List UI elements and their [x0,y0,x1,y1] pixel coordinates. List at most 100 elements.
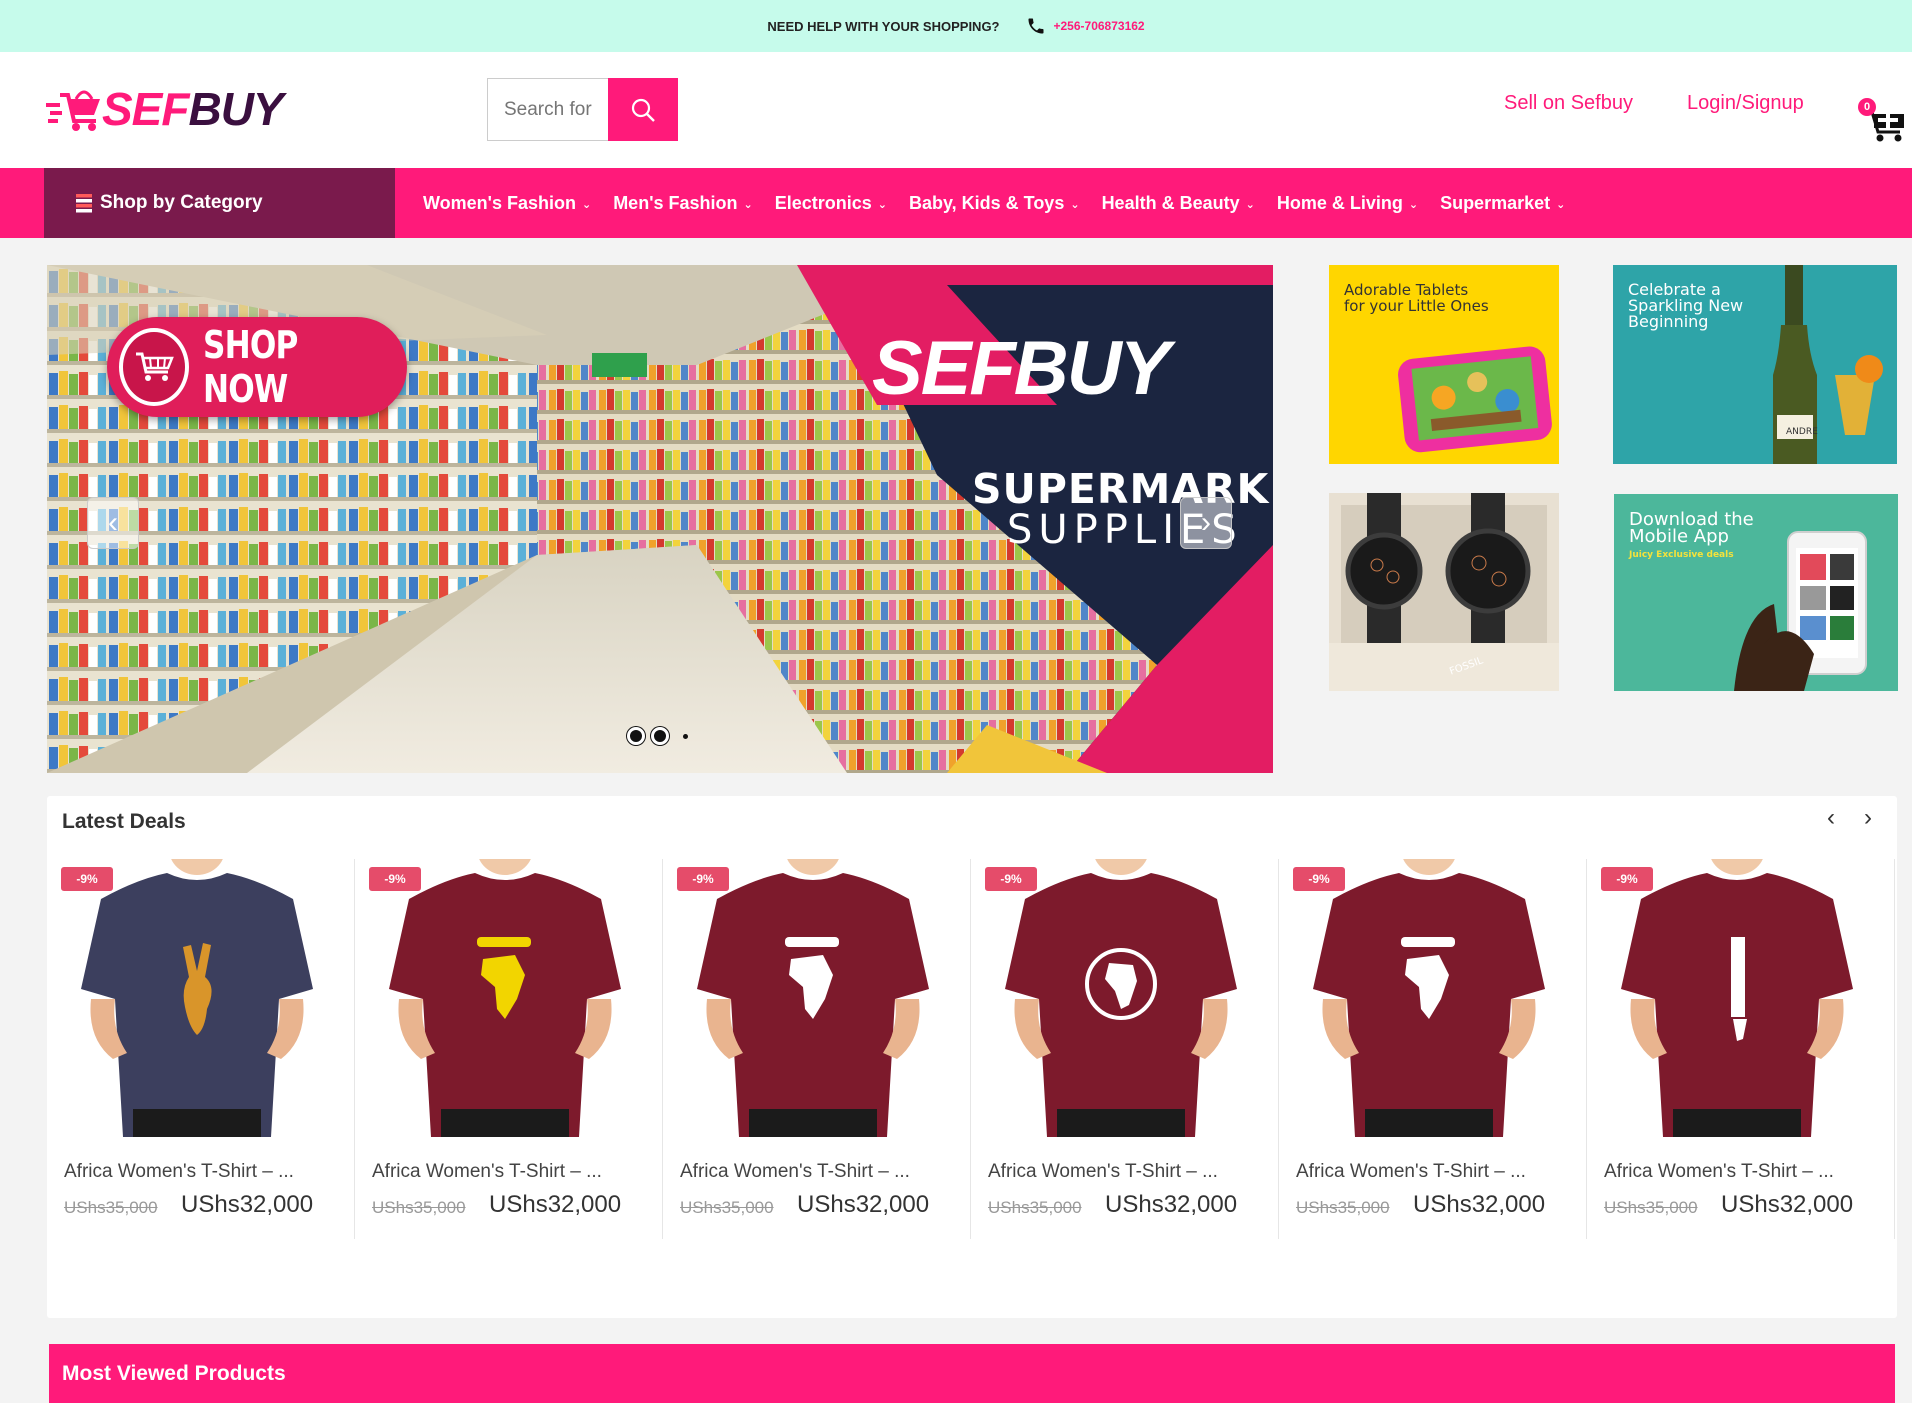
slider-dots [627,727,688,745]
product-image[interactable] [981,859,1261,1137]
logo-cart-icon [46,90,100,131]
product-old-price: UShs35,000 [988,1198,1082,1217]
product-old-price: UShs35,000 [680,1198,774,1217]
nav-health-beauty[interactable]: Health & Beauty ⌄ [1102,193,1255,214]
discount-badge: -9% [61,867,113,891]
category-menu: Women's Fashion ⌄ Men's Fashion ⌄ Electron… [423,168,1565,238]
product-name[interactable]: Africa Women's T-Shirt – ... [64,1161,294,1183]
product-price: UShs32,000 [181,1191,314,1218]
promo-mobile-app[interactable]: Download the Mobile App Juicy Exclusive … [1614,494,1898,691]
slider-dot[interactable] [683,733,688,739]
hero-slider[interactable]: SHOP NOW SEFBUY SUPERMARKET SUPPLIES ‹ › [47,265,1273,773]
watches-image [1329,493,1559,691]
phone-link[interactable]: +256-706873162 [1026,16,1145,36]
discount-badge: -9% [985,867,1037,891]
latest-deals-title: Latest Deals [62,810,186,833]
kids-tablet-image [1398,346,1552,453]
discount-badge: -9% [369,867,421,891]
product-image[interactable] [365,859,645,1137]
product-image[interactable] [57,859,337,1137]
site-logo[interactable]: SEFBUY [46,82,284,136]
nav-home-living[interactable]: Home & Living ⌄ [1277,193,1418,214]
product-name[interactable]: Africa Women's T-Shirt – ... [372,1161,602,1183]
main-nav: Shop by Category Women's Fashion ⌄ Men's … [0,168,1912,238]
product-card[interactable]: -9% Africa Women's T-Shirt – ... UShs35,00… [663,859,971,1239]
discount-badge: -9% [677,867,729,891]
cart-count-badge: 0 [1858,98,1876,116]
product-price: UShs32,000 [797,1191,930,1218]
help-text: NEED HELP WITH YOUR SHOPPING? [767,18,1000,34]
bottle-label: ANDRE [1786,427,1818,437]
slider-dot[interactable] [627,727,645,745]
phone-number: +256-706873162 [1053,19,1145,33]
search-button[interactable] [608,78,678,141]
chevron-down-icon: ⌄ [1556,198,1566,211]
logo-text: SEFBUY [102,83,284,135]
chevron-down-icon: ⌄ [743,198,753,211]
promo-watches[interactable]: FOSSIL [1329,493,1559,691]
slider-next-button[interactable]: › [1180,497,1232,549]
product-card[interactable]: -9% Africa Women's T-Shirt – ... UShs35,00… [355,859,663,1239]
product-price: UShs32,000 [489,1191,622,1218]
chevron-down-icon: ⌄ [1245,198,1255,211]
discount-badge: -9% [1293,867,1345,891]
nav-baby-kids-toys[interactable]: Baby, Kids & Toys ⌄ [909,193,1080,214]
product-card[interactable]: -9% Africa Women's T-Shirt – ... UShs35,00… [1279,859,1587,1239]
product-price: UShs32,000 [1721,1191,1854,1218]
chevron-down-icon: ⌄ [1408,198,1419,211]
nav-supermarket[interactable]: Supermarket ⌄ [1440,193,1565,214]
search-input[interactable] [487,78,608,141]
product-name[interactable]: Africa Women's T-Shirt – ... [680,1161,910,1183]
discount-badge: -9% [1601,867,1653,891]
product-card[interactable]: -9% Africa Women's T-Shirt – ... UShs35,00… [47,859,355,1239]
product-name[interactable]: Africa Women's T-Shirt – ... [1604,1161,1834,1183]
product-image[interactable] [1597,859,1877,1137]
nav-mens-fashion[interactable]: Men's Fashion ⌄ [613,193,753,214]
chevron-down-icon: ⌄ [1070,198,1080,211]
product-old-price: UShs35,000 [372,1198,466,1217]
chevron-left-icon: ‹ [1827,804,1835,831]
site-header: SEFBUY Sell on Sefbuy Login/Signup 0 [0,52,1912,168]
menu-icon [76,194,92,213]
most-viewed-title: Most Viewed Products [62,1361,286,1385]
product-price: UShs32,000 [1413,1191,1546,1218]
champagne-image [1773,265,1883,464]
cart-button[interactable]: 0 [1858,98,1908,144]
chevron-left-icon: ‹ [108,506,118,539]
most-viewed-header: Most Viewed Products [49,1344,1895,1403]
search-bar [487,78,678,141]
shop-by-category-label: Shop by Category [100,192,263,213]
product-image[interactable] [673,859,953,1137]
product-name[interactable]: Africa Women's T-Shirt – ... [988,1161,1218,1183]
deals-prev-button[interactable]: ‹ [1827,804,1835,832]
chevron-right-icon: › [1864,804,1872,831]
product-image[interactable] [1289,859,1569,1137]
hero-brand-text: SEFBUY [872,326,1170,411]
latest-deals-section: Latest Deals ‹ › -9% Africa Women's T-Shi… [47,796,1897,1318]
product-old-price: UShs35,000 [1604,1198,1698,1217]
shopping-cart-icon [119,328,189,406]
promo-celebrate[interactable]: Celebrate a Sparkling New Beginning ANDR… [1613,265,1897,464]
sell-on-sefbuy-link[interactable]: Sell on Sefbuy [1504,92,1633,115]
nav-womens-fashion[interactable]: Women's Fashion ⌄ [423,193,591,214]
nav-electronics[interactable]: Electronics ⌄ [775,193,887,214]
product-price: UShs32,000 [1105,1191,1238,1218]
chevron-down-icon: ⌄ [877,198,887,211]
slider-dot[interactable] [651,727,669,745]
phone-icon [1028,18,1043,34]
phone-hand-image [1734,531,1867,691]
shop-now-label: SHOP NOW [202,323,298,411]
chevron-down-icon: ⌄ [581,198,592,211]
search-icon [631,98,655,122]
deals-next-button[interactable]: › [1864,804,1872,832]
promo-tablets[interactable]: Adorable Tablets for your Little Ones [1329,265,1559,464]
login-signup-link[interactable]: Login/Signup [1687,92,1804,115]
chevron-right-icon: › [1201,506,1211,539]
top-help-bar: NEED HELP WITH YOUR SHOPPING? +256-70687… [0,0,1912,52]
product-card[interactable]: -9% Africa Women's T-Shirt – ... UShs35,00… [971,859,1279,1239]
product-name[interactable]: Africa Women's T-Shirt – ... [1296,1161,1526,1183]
product-card[interactable]: -9% Africa Women's T-Shirt – ... UShs35,00… [1587,859,1895,1239]
slider-prev-button[interactable]: ‹ [87,497,139,549]
shop-by-category-button[interactable]: Shop by Category [44,168,395,238]
shop-now-button[interactable]: SHOP NOW [107,317,407,417]
